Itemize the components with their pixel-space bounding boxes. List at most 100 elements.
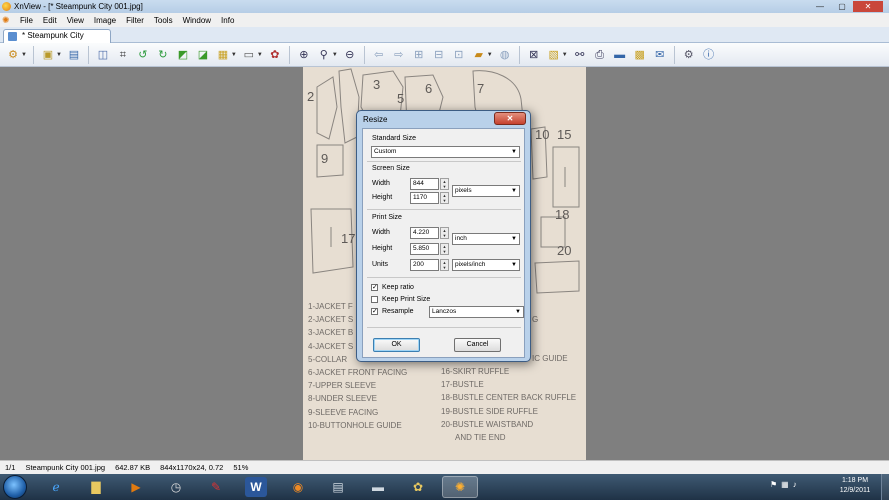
maximize-button[interactable]: ▢ <box>831 1 853 12</box>
screen-height-input[interactable]: 1170 <box>410 192 439 204</box>
keep-print-size-label: Keep Print Size <box>382 296 431 303</box>
tray-volume-icon[interactable]: ♪ <box>793 480 797 489</box>
menu-filter[interactable]: Filter <box>121 16 149 25</box>
pin-taskbar-icon[interactable]: ✎ <box>198 476 234 498</box>
print-icon[interactable]: ⎙ <box>592 47 608 63</box>
standard-size-select[interactable]: Custom ▼ <box>371 146 520 158</box>
scanner-icon[interactable]: ▬ <box>612 47 628 63</box>
print-height-spinner[interactable]: ▲ ▼ <box>440 243 449 255</box>
red-eye-icon[interactable]: ✿ <box>267 47 283 63</box>
page-icon[interactable]: ⊡ <box>451 47 467 63</box>
menu-tools[interactable]: Tools <box>149 16 178 25</box>
keep-ratio-checkbox[interactable]: ✓ <box>371 284 378 291</box>
fullscreen-icon[interactable]: ◍ <box>497 47 513 63</box>
tray-network-icon[interactable]: ▦ <box>781 480 789 489</box>
legend-item: 18-BUSTLE CENTER BACK RUFFLE <box>441 393 577 403</box>
save-icon[interactable]: ▤ <box>66 47 82 63</box>
print-height-input[interactable]: 5.850 <box>410 243 439 255</box>
screen-height-spinner[interactable]: ▲ ▼ <box>440 192 449 204</box>
firefox-taskbar-icon[interactable]: ◉ <box>280 476 316 498</box>
rotate-left-icon[interactable]: ↺ <box>135 47 151 63</box>
slideshow-icon[interactable]: ▰ <box>471 47 487 63</box>
resample-checkbox[interactable]: ✓ <box>371 308 378 315</box>
units-input[interactable]: 200 <box>410 259 439 271</box>
start-button[interactable] <box>3 475 27 499</box>
browser-icon[interactable]: ⚙ <box>5 47 21 63</box>
menu-info[interactable]: Info <box>216 16 239 25</box>
taskbar-clock[interactable]: 1:18 PM 12/9/2011 <box>832 476 878 496</box>
crop-icon[interactable]: ⌗ <box>115 47 131 63</box>
browser-dropdown-icon[interactable]: ▼ <box>21 52 27 58</box>
fit-window-icon[interactable]: ⊠ <box>526 47 542 63</box>
menu-image[interactable]: Image <box>89 16 121 25</box>
tab-steampunk-city[interactable]: * Steampunk City 001.jpg <box>3 29 111 52</box>
zoom-dropdown-icon[interactable]: ▼ <box>332 52 338 58</box>
screen-width-input[interactable]: 844 <box>410 178 439 190</box>
ie-taskbar-icon[interactable]: ℯ <box>38 476 74 498</box>
screen-unit-select[interactable]: pixels ▼ <box>452 185 520 197</box>
menu-view[interactable]: View <box>62 16 89 25</box>
units-label: Units <box>372 261 388 268</box>
print-preview-icon[interactable]: ◫ <box>95 47 111 63</box>
paint-taskbar-icon[interactable]: ✿ <box>400 476 436 498</box>
ok-button[interactable]: OK <box>373 338 420 352</box>
scanner-taskbar-icon[interactable]: ▬ <box>360 476 396 498</box>
rotate-right-icon[interactable]: ↻ <box>155 47 171 63</box>
last-image-icon[interactable]: ⊟ <box>431 47 447 63</box>
tray-flag-icon[interactable]: ⚑ <box>770 480 777 489</box>
system-menu-icon[interactable]: ✺ <box>2 15 12 25</box>
minimize-button[interactable]: — <box>809 1 831 12</box>
print-unit-select[interactable]: inch ▼ <box>452 233 520 245</box>
xnview-taskbar-icon[interactable]: ✺ <box>442 476 478 498</box>
resolution-unit-select[interactable]: pixels/inch ▼ <box>452 259 520 271</box>
adjust-icon[interactable]: ◩ <box>175 47 191 63</box>
notepad-taskbar-icon[interactable]: ▤ <box>320 476 356 498</box>
standard-size-value: Custom <box>374 148 397 155</box>
cancel-button[interactable]: Cancel <box>454 338 501 352</box>
print-width-spinner[interactable]: ▲ ▼ <box>440 227 449 239</box>
slideshow-dropdown-icon[interactable]: ▼ <box>487 52 493 58</box>
screen-width-spinner[interactable]: ▲ ▼ <box>440 178 449 190</box>
units-spinner[interactable]: ▲ ▼ <box>440 259 449 271</box>
print-width-input[interactable]: 4.220 <box>410 227 439 239</box>
layout-icon[interactable]: ▧ <box>546 47 562 63</box>
menu-file[interactable]: File <box>15 16 38 25</box>
word-taskbar-icon[interactable]: W <box>245 477 267 497</box>
divider <box>367 327 521 328</box>
zoom-out-icon[interactable]: ⊖ <box>342 47 358 63</box>
divider <box>367 209 521 210</box>
open-folder-icon[interactable]: ▣ <box>40 47 56 63</box>
piece-number-2: 2 <box>307 89 315 104</box>
clock-app-taskbar-icon[interactable]: ◷ <box>158 476 194 498</box>
zoom-in-icon[interactable]: ⊕ <box>296 47 312 63</box>
find-icon[interactable]: ⚯ <box>572 47 588 63</box>
next-image-icon[interactable]: ⇨ <box>391 47 407 63</box>
keep-print-size-checkbox[interactable] <box>371 296 378 303</box>
convert-dropdown-icon[interactable]: ▼ <box>231 52 237 58</box>
show-desktop-button[interactable] <box>881 474 889 500</box>
first-image-icon[interactable]: ⊞ <box>411 47 427 63</box>
resample-method-select[interactable]: Lanczos ▼ <box>429 306 524 318</box>
menu-edit[interactable]: Edit <box>38 16 62 25</box>
menu-window[interactable]: Window <box>178 16 216 25</box>
effects-icon[interactable]: ◪ <box>195 47 211 63</box>
convert-icon[interactable]: ▦ <box>215 47 231 63</box>
info-icon[interactable]: ⓘ <box>701 47 717 63</box>
capture-icon[interactable]: ▭ <box>241 47 257 63</box>
email-icon[interactable]: ✉ <box>652 47 668 63</box>
dialog-close-button[interactable]: ✕ <box>494 112 526 125</box>
print-height-label: Height <box>372 245 393 252</box>
previous-image-icon[interactable]: ⇦ <box>371 47 387 63</box>
layout-dropdown-icon[interactable]: ▼ <box>562 52 568 58</box>
open-dropdown-icon[interactable]: ▼ <box>56 52 62 58</box>
zoom-icon[interactable]: ⚲ <box>316 47 332 63</box>
capture-dropdown-icon[interactable]: ▼ <box>257 52 263 58</box>
wallpaper-icon[interactable]: ▩ <box>632 47 648 63</box>
explorer-taskbar-icon[interactable]: ▇ <box>78 476 114 498</box>
title-bar: XnView - [* Steampunk City 001.jpg] — ▢ … <box>0 0 889 13</box>
legend-fragment-g: G <box>532 315 539 324</box>
settings-gear-icon[interactable]: ⚙ <box>681 47 697 63</box>
media-player-taskbar-icon[interactable]: ▶ <box>118 476 154 498</box>
status-bar: 1/1 Steampunk City 001.jpg 642.87 KB 844… <box>0 460 889 474</box>
close-window-button[interactable]: ✕ <box>853 1 883 12</box>
